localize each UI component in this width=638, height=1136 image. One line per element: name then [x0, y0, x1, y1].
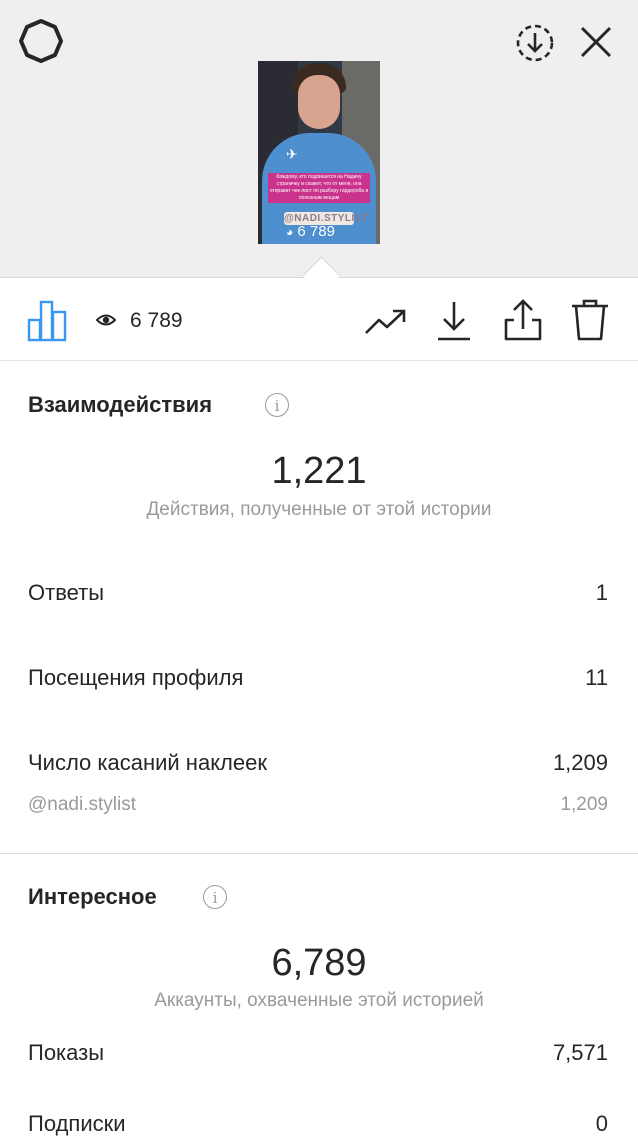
story-caption: Каждому, кто подпишется на Надину страни…: [268, 173, 370, 203]
trash-icon[interactable]: [570, 298, 610, 342]
thumbnail-person-face: [298, 75, 340, 129]
sticker-account-label[interactable]: @nadi.stylist: [28, 793, 136, 817]
interactions-total: 1,221: [271, 450, 367, 492]
row-value-profile-visits: 11: [585, 665, 608, 690]
interactions-caption: Действия, полученные от этой истории: [146, 499, 492, 520]
row-label-replies: Ответы: [28, 580, 105, 605]
row-label-follows: Подписки: [28, 1111, 126, 1136]
eye-icon: [96, 312, 116, 328]
story-insights-screen: ✈ Каждому, кто подпишется на Надину стра…: [0, 0, 638, 1136]
share-icon[interactable]: [503, 298, 543, 342]
row-value-sticker-taps: 1,209: [552, 750, 608, 775]
row-value-replies: 1: [595, 580, 608, 605]
divider: [0, 360, 638, 361]
info-icon[interactable]: i: [203, 885, 227, 909]
bar-chart-icon[interactable]: [27, 298, 69, 342]
download-icon[interactable]: [436, 300, 472, 342]
row-label-profile-visits: Посещения профиля: [28, 665, 244, 690]
row-value-follows: 0: [595, 1111, 608, 1136]
sticker-account-value: 1,209: [560, 794, 608, 815]
settings-icon[interactable]: [18, 18, 64, 64]
eye-icon: ◕: [286, 225, 294, 239]
story-overlay-views-count: 6 789: [297, 223, 335, 240]
airplane-icon: ✈: [286, 147, 298, 163]
row-label-impressions: Показы: [28, 1040, 105, 1065]
story-overlay-views: ◕ 6 789: [286, 223, 335, 241]
trending-icon[interactable]: [364, 306, 408, 336]
row-value-impressions: 7,571: [552, 1040, 608, 1065]
view-count: 6 789: [130, 309, 183, 332]
info-icon[interactable]: i: [265, 393, 289, 417]
discovery-total: 6,789: [271, 942, 367, 984]
story-thumbnail[interactable]: ✈ Каждому, кто подпишется на Надину стра…: [258, 61, 380, 244]
interactions-title: Взаимодействия: [28, 392, 213, 417]
story-preview-area: ✈ Каждому, кто подпишется на Надину стра…: [0, 0, 638, 278]
close-icon[interactable]: [578, 24, 614, 60]
discovery-title: Интересное: [28, 884, 157, 909]
divider: [0, 853, 638, 854]
row-label-sticker-taps: Число касаний наклеек: [28, 750, 267, 775]
discovery-caption: Аккаунты, охваченные этой историей: [154, 990, 484, 1011]
download-circle-icon[interactable]: [514, 22, 556, 64]
